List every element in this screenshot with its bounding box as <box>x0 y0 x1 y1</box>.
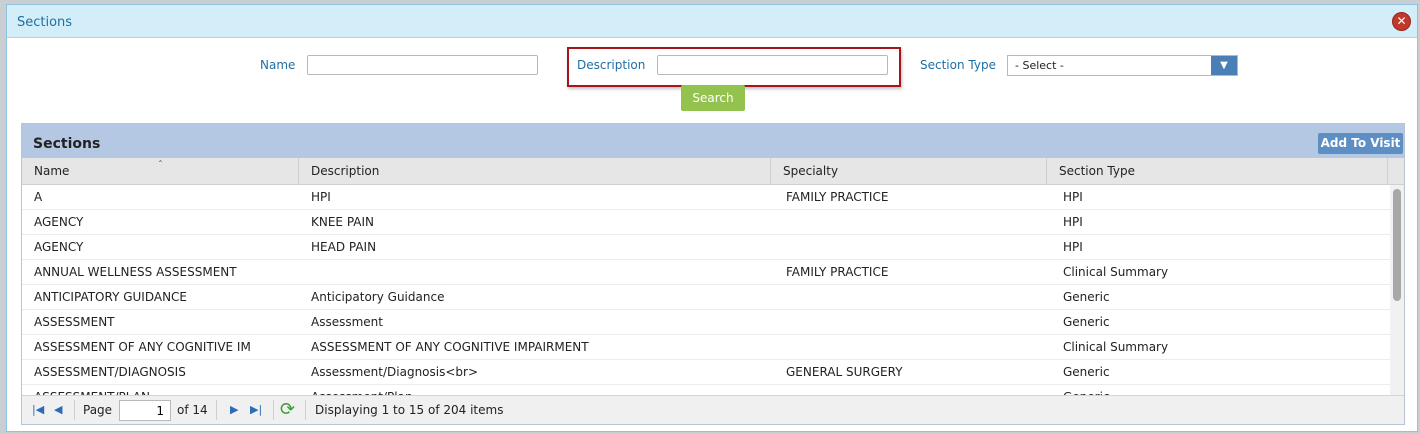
column-header-name[interactable]: Name ˆ <box>22 158 299 184</box>
name-label: Name <box>260 58 296 72</box>
cell-specialty: FAMILY PRACTICE <box>786 190 889 204</box>
column-header-name-label: Name <box>34 164 70 178</box>
section-type-select[interactable]: - Select - ▼ <box>1007 55 1238 76</box>
grid-header: Sections Add To Visit <box>22 124 1404 158</box>
cell-description: Assessment/Diagnosis<br> <box>311 365 479 379</box>
page-count: of 14 <box>177 403 208 417</box>
cell-description: Assessment <box>311 315 383 329</box>
cell-specialty <box>786 285 1046 310</box>
sections-grid: Sections Add To Visit Name ˆ Description… <box>21 123 1405 425</box>
cell-name: AGENCY <box>34 240 84 254</box>
cell-name: ASSESSMENT OF ANY COGNITIVE IM <box>34 340 251 354</box>
page-label: Page <box>83 403 113 417</box>
cell-description: ASSESSMENT OF ANY COGNITIVE IMPAIRMENT <box>311 340 589 354</box>
cell-section-type: HPI <box>1063 240 1083 254</box>
dialog-title: Sections <box>17 15 73 30</box>
cell-section-type: Generic <box>1063 365 1110 379</box>
cell-section-type: HPI <box>1063 190 1083 204</box>
description-label: Description <box>577 58 646 72</box>
column-header-section-type[interactable]: Section Type <box>1047 158 1388 184</box>
pager: |◀ ◀ Page of 14 ▶ ▶| ⟳ Displaying 1 to 1… <box>22 395 1404 424</box>
cell-specialty <box>786 335 1046 360</box>
cell-section-type: Clinical Summary <box>1063 265 1169 279</box>
cell-section-type: HPI <box>1063 215 1083 229</box>
cell-specialty: GENERAL SURGERY <box>786 365 903 379</box>
table-row[interactable]: A HPI FAMILY PRACTICE HPI <box>22 185 1392 210</box>
cell-name: ASSESSMENT/DIAGNOSIS <box>34 365 186 379</box>
cell-description: KNEE PAIN <box>311 215 375 229</box>
cell-section-type: Generic <box>1063 385 1383 395</box>
table-row[interactable]: ASSESSMENT Assessment Generic <box>22 310 1392 335</box>
column-header-description-label: Description <box>311 164 380 178</box>
column-header-section-type-label: Section Type <box>1059 164 1135 178</box>
cell-section-type: Generic <box>1063 315 1110 329</box>
name-input[interactable] <box>307 55 538 75</box>
cell-description: Anticipatory Guidance <box>311 290 445 304</box>
prev-page-icon[interactable]: ◀ <box>54 396 62 424</box>
cell-specialty: FAMILY PRACTICE <box>786 265 889 279</box>
section-type-label: Section Type <box>920 58 996 72</box>
chevron-down-icon[interactable]: ▼ <box>1211 56 1237 75</box>
column-headers: Name ˆ Description Specialty Section Typ… <box>22 158 1404 185</box>
dialog-titlebar: Sections ✕ <box>7 5 1417 38</box>
table-row[interactable]: AGENCY KNEE PAIN HPI <box>22 210 1392 235</box>
add-to-visit-button[interactable]: Add To Visit <box>1318 133 1403 154</box>
table-row[interactable]: ANNUAL WELLNESS ASSESSMENT FAMILY PRACTIC… <box>22 260 1392 285</box>
column-header-description[interactable]: Description <box>299 158 771 184</box>
close-icon[interactable]: ✕ <box>1392 12 1411 31</box>
section-type-selected: - Select - <box>1015 59 1064 72</box>
page-number-input[interactable] <box>119 400 171 421</box>
description-input[interactable] <box>657 55 888 75</box>
table-row[interactable]: ASSESSMENT OF ANY COGNITIVE IM ASSESSMENT… <box>22 335 1392 360</box>
first-page-icon[interactable]: |◀ <box>32 396 44 424</box>
cell-section-type: Generic <box>1063 290 1110 304</box>
table-row[interactable]: ASSESSMENT/DIAGNOSIS Assessment/Diagnosis… <box>22 360 1392 385</box>
cell-specialty <box>786 385 1046 395</box>
cell-name: AGENCY <box>34 215 84 229</box>
vertical-scrollbar[interactable] <box>1390 185 1404 396</box>
table-row[interactable]: AGENCY HEAD PAIN HPI <box>22 235 1392 260</box>
grid-title: Sections <box>33 136 101 152</box>
cell-description: Assessment/Plan <box>311 385 766 395</box>
grid-rows: A HPI FAMILY PRACTICE HPI AGENCY KNEE PAIN HPI… <box>22 185 1392 395</box>
cell-name: ASSESSMENT <box>34 315 115 329</box>
cell-specialty <box>786 235 1046 260</box>
search-button[interactable]: Search <box>681 85 745 111</box>
cell-description <box>311 260 766 285</box>
scrollbar-thumb[interactable] <box>1393 189 1401 301</box>
cell-name: ANNUAL WELLNESS ASSESSMENT <box>34 265 237 279</box>
column-header-specialty-label: Specialty <box>783 164 839 178</box>
next-page-icon[interactable]: ▶ <box>230 396 238 424</box>
sort-ascending-icon: ˆ <box>158 160 163 171</box>
cell-specialty <box>786 310 1046 335</box>
pager-status: Displaying 1 to 15 of 204 items <box>315 403 504 417</box>
cell-section-type: Clinical Summary <box>1063 340 1169 354</box>
table-row[interactable]: ANTICIPATORY GUIDANCE Anticipatory Guidan… <box>22 285 1392 310</box>
cell-specialty <box>786 210 1046 235</box>
cell-description: HPI <box>311 190 331 204</box>
cell-name: ASSESSMENT/PLAN <box>34 385 294 395</box>
cell-description: HEAD PAIN <box>311 240 377 254</box>
column-header-specialty[interactable]: Specialty <box>771 158 1047 184</box>
table-row[interactable]: ASSESSMENT/PLAN Assessment/Plan Generic <box>22 385 1392 395</box>
last-page-icon[interactable]: ▶| <box>250 396 262 424</box>
refresh-icon[interactable]: ⟳ <box>280 398 295 422</box>
cell-name: A <box>34 190 43 204</box>
cell-name: ANTICIPATORY GUIDANCE <box>34 290 188 304</box>
sections-dialog: Sections ✕ Name Description Section Type… <box>6 4 1418 432</box>
